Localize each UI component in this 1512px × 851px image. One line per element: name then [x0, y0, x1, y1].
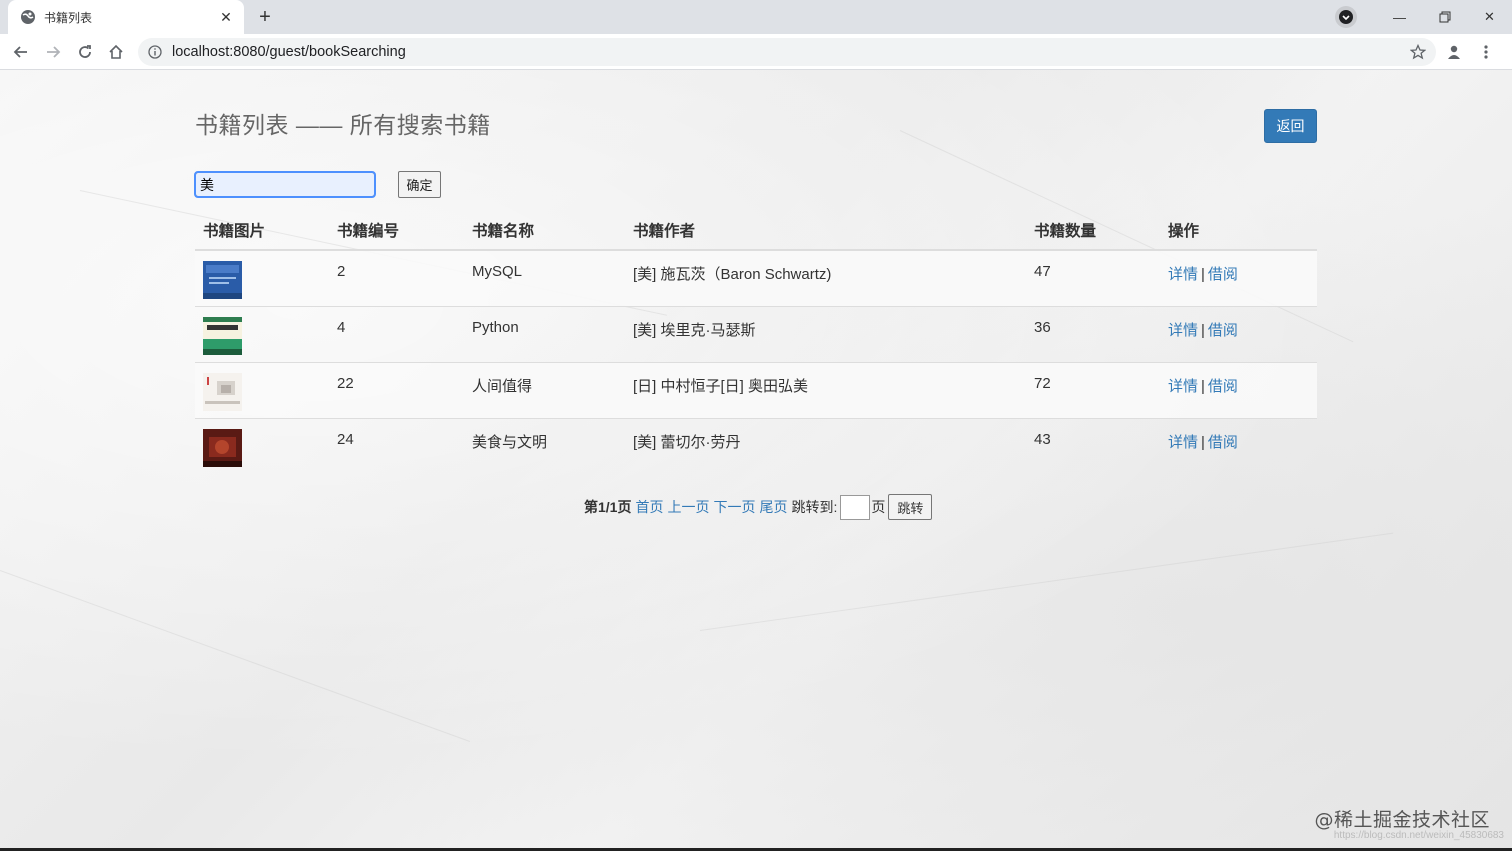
book-author: [日] 中村恒子[日] 奥田弘美	[625, 361, 1026, 418]
minimize-icon[interactable]: —	[1377, 0, 1422, 34]
renjian-cover-image[interactable]	[203, 372, 242, 411]
watermark-url: https://blog.csdn.net/weixin_45830683	[1333, 830, 1504, 841]
close-window-icon[interactable]: ✕	[1467, 0, 1512, 34]
book-name: 人间值得	[464, 361, 625, 418]
borrow-link[interactable]: 借阅	[1208, 378, 1238, 395]
toolbar-right	[1438, 38, 1502, 66]
detail-link[interactable]: 详情	[1168, 266, 1198, 283]
book-author: [美] 埃里克·马瑟斯	[625, 305, 1026, 362]
paper-crease	[699, 532, 1394, 631]
column-header: 书籍数量	[1026, 210, 1160, 251]
next-page-link[interactable]: 下一页	[713, 497, 755, 517]
table-row: 2 MySQL [美] 施瓦茨（Baron Schwartz) 47 详情 | 借阅	[195, 249, 1317, 306]
search-input[interactable]	[194, 171, 376, 198]
separator: |	[1201, 321, 1205, 339]
book-id: 24	[329, 417, 464, 474]
book-id: 4	[329, 305, 464, 362]
pagination: 第1/1页 首页 上一页 下一页 尾页 跳转到: 页 跳转	[584, 494, 933, 520]
reload-icon[interactable]	[71, 38, 99, 66]
table-row: 24 美食与文明 [美] 蕾切尔·劳丹 43 详情 | 借阅	[195, 417, 1317, 474]
back-arrow-icon[interactable]	[7, 38, 35, 66]
profile-icon[interactable]	[1438, 38, 1470, 66]
detail-link[interactable]: 详情	[1168, 322, 1198, 339]
jump-label: 跳转到:	[791, 499, 838, 515]
home-icon[interactable]	[102, 38, 130, 66]
borrow-link[interactable]: 借阅	[1208, 266, 1238, 283]
tab-title: 书籍列表	[44, 10, 93, 25]
cover-cell	[195, 305, 329, 362]
browser-tabstrip: 书籍列表 ✕ + — ✕	[0, 0, 1512, 34]
address-bar[interactable]: localhost:8080/guest/bookSearching	[138, 38, 1436, 66]
book-name: MySQL	[464, 249, 625, 306]
book-count: 47	[1026, 249, 1160, 306]
book-table: 书籍图片 书籍编号 书籍名称 书籍作者 书籍数量 操作 2 MySQL [美] …	[195, 210, 1317, 474]
actions-cell: 详情 | 借阅	[1160, 249, 1317, 306]
column-header: 书籍编号	[329, 210, 464, 251]
paper-crease	[0, 570, 471, 742]
book-count: 43	[1026, 417, 1160, 474]
page-unit: 页	[871, 499, 886, 515]
menu-kebab-icon[interactable]	[1470, 38, 1502, 66]
detail-link[interactable]: 详情	[1168, 434, 1198, 451]
first-page-link[interactable]: 首页	[635, 497, 663, 517]
book-id: 22	[329, 361, 464, 418]
actions-cell: 详情 | 借阅	[1160, 361, 1317, 418]
column-header: 书籍名称	[464, 210, 625, 251]
actions-cell: 详情 | 借阅	[1160, 417, 1317, 474]
separator: |	[1201, 266, 1205, 283]
url-text: localhost:8080/guest/bookSearching	[172, 44, 406, 60]
current-page: 第1/1页	[584, 499, 632, 515]
column-header: 书籍图片	[195, 210, 329, 251]
restore-icon[interactable]	[1422, 0, 1467, 34]
book-id: 2	[329, 249, 464, 306]
book-author: [美] 蕾切尔·劳丹	[625, 417, 1026, 474]
browser-tab[interactable]: 书籍列表 ✕	[8, 0, 244, 34]
table-row: 4 Python [美] 埃里克·马瑟斯 36 详情 | 借阅	[195, 305, 1317, 362]
detail-link[interactable]: 详情	[1168, 378, 1198, 395]
borrow-link[interactable]: 借阅	[1208, 434, 1238, 451]
window-controls: — ✕	[1335, 0, 1512, 34]
info-icon[interactable]	[148, 45, 162, 59]
actions-cell: 详情 | 借阅	[1160, 305, 1317, 362]
cover-cell	[195, 249, 329, 306]
browser-toolbar: localhost:8080/guest/bookSearching	[0, 34, 1512, 70]
tab-search-icon[interactable]	[1335, 6, 1357, 28]
back-button[interactable]: 返回	[1264, 109, 1317, 143]
page-viewport: 书籍列表 —— 所有搜索书籍 返回 确定 书籍图片 书籍编号 书籍名称 书籍作者…	[0, 70, 1512, 848]
new-tab-icon[interactable]: +	[252, 5, 278, 29]
book-name: Python	[464, 305, 625, 362]
tab-close-icon[interactable]: ✕	[218, 9, 234, 26]
mysql-cover-image[interactable]	[203, 261, 242, 299]
book-name: 美食与文明	[464, 417, 625, 474]
python-cover-image[interactable]	[203, 316, 242, 355]
prev-page-link[interactable]: 上一页	[667, 497, 709, 517]
table-row: 22 人间值得 [日] 中村恒子[日] 奥田弘美 72 详情 | 借阅	[195, 361, 1317, 418]
column-header: 书籍作者	[625, 210, 1026, 251]
separator: |	[1201, 433, 1205, 451]
forward-arrow-icon[interactable]	[39, 38, 67, 66]
food-cover-image[interactable]	[203, 428, 242, 467]
book-author: [美] 施瓦茨（Baron Schwartz)	[625, 249, 1026, 306]
jump-button[interactable]: 跳转	[888, 494, 933, 520]
book-count: 36	[1026, 305, 1160, 362]
jump-page-input[interactable]	[840, 494, 871, 520]
cover-cell	[195, 417, 329, 474]
column-header: 操作	[1160, 210, 1317, 251]
globe-icon	[21, 10, 35, 24]
last-page-link[interactable]: 尾页	[759, 497, 787, 517]
page-title: 书籍列表 —— 所有搜索书籍	[195, 112, 491, 138]
cover-cell	[195, 361, 329, 418]
table-header-row: 书籍图片 书籍编号 书籍名称 书籍作者 书籍数量 操作	[195, 210, 1317, 251]
book-count: 72	[1026, 361, 1160, 418]
confirm-button[interactable]: 确定	[398, 171, 441, 198]
separator: |	[1201, 377, 1205, 395]
watermark: @稀土掘金技术社区	[1314, 809, 1490, 831]
bookmark-star-icon[interactable]	[1410, 44, 1426, 60]
borrow-link[interactable]: 借阅	[1208, 322, 1238, 339]
